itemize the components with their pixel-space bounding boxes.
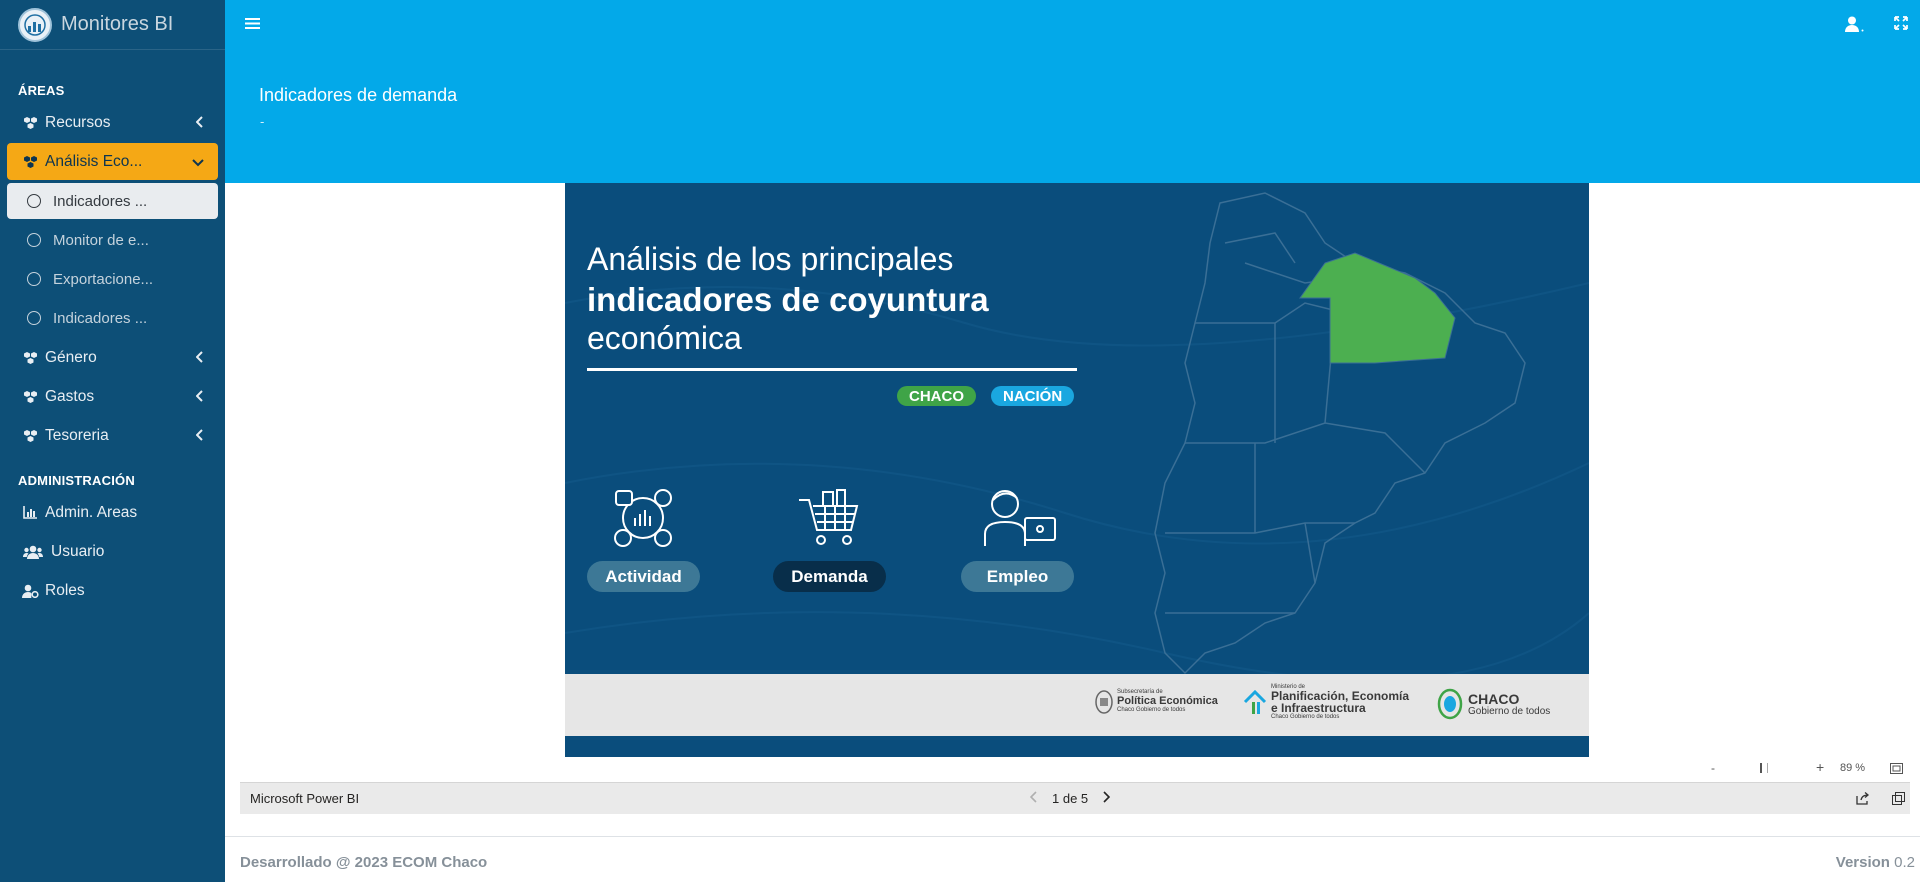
ministry-house-icon	[1243, 689, 1267, 714]
sidebar-subitem-indicadores-2[interactable]: Indicadores ...	[7, 300, 218, 336]
sidebar-item-label: Usuario	[51, 542, 105, 560]
zoom-in-button[interactable]: +	[1816, 759, 1824, 775]
user-menu-icon[interactable]	[1845, 16, 1865, 37]
sidebar-subitem-monitor[interactable]: Monitor de e...	[7, 222, 218, 258]
hamburger-menu-icon[interactable]	[245, 17, 260, 35]
circle-icon	[27, 272, 41, 286]
argentina-map-graphic	[1154, 192, 1526, 675]
logos-band: Subsecretaría de Política Económica Chac…	[565, 674, 1589, 736]
category-actividad-button[interactable]: Actividad	[587, 561, 700, 592]
top-header: Indicadores de demanda -	[225, 0, 1920, 183]
logo3-sub: Gobierno de todos	[1468, 705, 1551, 717]
cubes-icon	[21, 390, 39, 404]
powerbi-report-canvas[interactable]: Análisis de los principales indicadores …	[565, 183, 1589, 757]
chevron-right-icon[interactable]	[1102, 791, 1111, 806]
sidebar-item-usuario[interactable]: Usuario	[7, 533, 218, 570]
chevron-left-icon	[195, 389, 204, 407]
brand[interactable]: Monitores BI	[0, 0, 225, 50]
page-footer: Desarrollado @ 2023 ECOM Chaco Version 0…	[225, 836, 1920, 882]
chaco-seal-icon	[1437, 688, 1463, 720]
copy-icon[interactable]	[1892, 792, 1905, 808]
circle-icon	[27, 233, 41, 247]
sidebar-subitem-indicadores-demanda[interactable]: Indicadores ...	[7, 183, 218, 219]
sidebar-item-recursos[interactable]: Recursos	[7, 104, 218, 141]
user-cog-icon	[21, 584, 39, 598]
sidebar-item-label: Recursos	[45, 113, 111, 131]
version-text: Version 0.2	[1836, 854, 1915, 871]
sidebar-item-gastos[interactable]: Gastos	[7, 378, 218, 415]
sidebar-item-analisis-economico[interactable]: Análisis Eco...	[7, 143, 218, 180]
page-indicator: 1 de 5	[1052, 791, 1089, 806]
employee-laptop-icon	[984, 490, 1056, 546]
logo1-title: Política Económica	[1117, 695, 1218, 707]
zoom-bar: - + 89 %	[240, 757, 1920, 782]
nav-header-areas: ÁREAS	[18, 83, 65, 98]
page-navigator: 1 de 5	[1029, 791, 1111, 806]
sidebar-item-admin-areas[interactable]: Admin. Areas	[7, 494, 218, 531]
brand-title: Monitores BI	[61, 13, 174, 35]
sidebar-item-label: Gastos	[45, 387, 95, 405]
circle-icon	[27, 194, 41, 208]
cubes-icon	[21, 429, 39, 443]
sidebar-item-label: Análisis Eco...	[45, 152, 143, 170]
logo3-title: CHACO	[1468, 690, 1520, 707]
zoom-slider-icon[interactable]	[1760, 763, 1768, 773]
sidebar-item-roles[interactable]: Roles	[7, 572, 218, 609]
users-icon	[21, 545, 45, 559]
logo1-sub: Chaco Gobierno de todos	[1117, 707, 1186, 713]
bar-chart-icon	[21, 506, 39, 519]
category-demanda-button[interactable]: Demanda	[773, 561, 886, 592]
sidebar-item-label: Admin. Areas	[45, 503, 138, 521]
sidebar-item-genero[interactable]: Género	[7, 339, 218, 376]
share-icon[interactable]	[1856, 792, 1870, 808]
sidebar-subitem-label: Indicadores ...	[53, 192, 148, 210]
zoom-out-button[interactable]: -	[1711, 761, 1715, 775]
tag-nacion: NACIÓN	[991, 386, 1075, 406]
sidebar-subitem-exportaciones[interactable]: Exportacione...	[7, 261, 218, 297]
developed-by-text: Desarrollado @ 2023 ECOM Chaco	[240, 854, 488, 871]
chevron-left-icon[interactable]	[1029, 791, 1038, 806]
logo-chaco-gobierno: CHACO Gobierno de todos	[1437, 687, 1550, 721]
zoom-level: 89 %	[1840, 762, 1866, 774]
version-label: Version	[1835, 854, 1890, 871]
chevron-down-icon	[192, 154, 204, 172]
chevron-left-icon	[195, 115, 204, 133]
coat-of-arms-icon	[1095, 690, 1113, 714]
headline-divider	[587, 368, 1077, 371]
sidebar-subitem-label: Exportacione...	[53, 270, 154, 288]
brand-logo-icon	[18, 7, 52, 42]
nav-header-admin: ADMINISTRACIÓN	[18, 473, 135, 488]
logo-ministerio-planificacion: Ministerio de Planificación, Economía e …	[1243, 684, 1409, 720]
powerbi-bottom-bar: Microsoft Power BI 1 de 5	[240, 782, 1910, 814]
cubes-icon	[21, 155, 39, 169]
fullscreen-icon[interactable]	[1894, 16, 1908, 35]
logo-politica-economica: Subsecretaría de Política Económica Chac…	[1095, 686, 1218, 716]
report-headline-line2: indicadores de coyuntura	[587, 281, 989, 318]
chevron-left-icon	[195, 350, 204, 368]
fit-to-page-icon[interactable]	[1890, 763, 1903, 777]
tag-chaco: CHACO	[897, 386, 976, 406]
version-value: 0.2	[1894, 854, 1915, 871]
cubes-icon	[21, 351, 39, 365]
page-title: Indicadores de demanda	[259, 85, 458, 105]
logo2-title-line2: e Infraestructura	[1271, 701, 1366, 715]
page-subtitle: -	[260, 114, 265, 129]
report-headline-line3: económica	[587, 320, 742, 356]
sidebar-item-label: Género	[45, 348, 97, 366]
report-headline-line1: Análisis de los principales	[587, 241, 954, 277]
category-empleo-button[interactable]: Empleo	[961, 561, 1074, 592]
sidebar-subitem-label: Indicadores ...	[53, 309, 148, 327]
sidebar-item-label: Tesoreria	[45, 426, 109, 444]
shopping-cart-icon	[799, 489, 859, 545]
sidebar-subitem-label: Monitor de e...	[53, 231, 149, 249]
sidebar-item-tesoreria[interactable]: Tesoreria	[7, 417, 218, 454]
sidebar: Monitores BI ÁREAS Recursos Análisis Eco…	[0, 0, 225, 882]
cubes-icon	[21, 116, 39, 130]
powerbi-link[interactable]: Microsoft Power BI	[250, 791, 359, 806]
chevron-left-icon	[195, 428, 204, 446]
circle-icon	[27, 311, 41, 325]
sidebar-item-label: Roles	[45, 581, 85, 599]
activity-chart-icon	[614, 489, 672, 547]
